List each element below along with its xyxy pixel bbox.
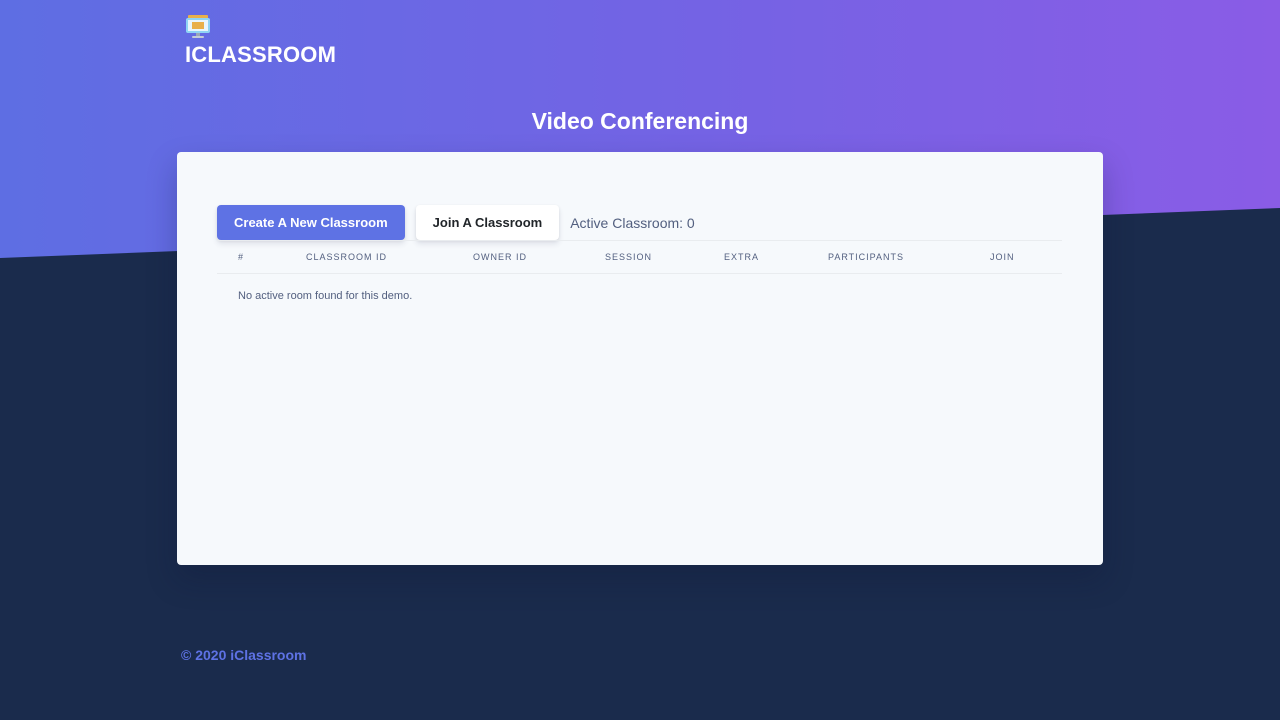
brand-name: ICLASSROOM bbox=[185, 42, 337, 67]
classroom-card: Create A New Classroom Join A Classroom … bbox=[177, 152, 1103, 565]
table-header-row: # CLASSROOM ID OWNER ID SESSION EXTRA PA… bbox=[217, 240, 1062, 274]
column-header-join: JOIN bbox=[990, 252, 1015, 262]
empty-table-message: No active room found for this demo. bbox=[238, 290, 413, 302]
column-header-owner-id: OWNER ID bbox=[473, 252, 527, 262]
column-header-participants: PARTICIPANTS bbox=[828, 252, 905, 262]
active-classroom-count: Active Classroom: 0 bbox=[570, 214, 695, 231]
column-header-classroom-id: CLASSROOM ID bbox=[306, 252, 388, 262]
brand-logo-link[interactable]: ICLASSROOM bbox=[185, 14, 336, 68]
join-classroom-button[interactable]: Join A Classroom bbox=[415, 205, 560, 240]
create-classroom-button[interactable]: Create A New Classroom bbox=[217, 205, 405, 240]
page-title: Video Conferencing bbox=[531, 108, 749, 134]
column-header-session: SESSION bbox=[605, 252, 653, 262]
monitor-icon bbox=[186, 15, 210, 38]
column-header-number: # bbox=[238, 252, 245, 262]
column-header-extra: EXTRA bbox=[724, 252, 760, 262]
footer-copyright-link[interactable]: © 2020 iClassroom bbox=[181, 647, 307, 663]
action-bar: Create A New Classroom Join A Classroom … bbox=[217, 205, 695, 240]
classroom-table: # CLASSROOM ID OWNER ID SESSION EXTRA PA… bbox=[217, 240, 1062, 302]
